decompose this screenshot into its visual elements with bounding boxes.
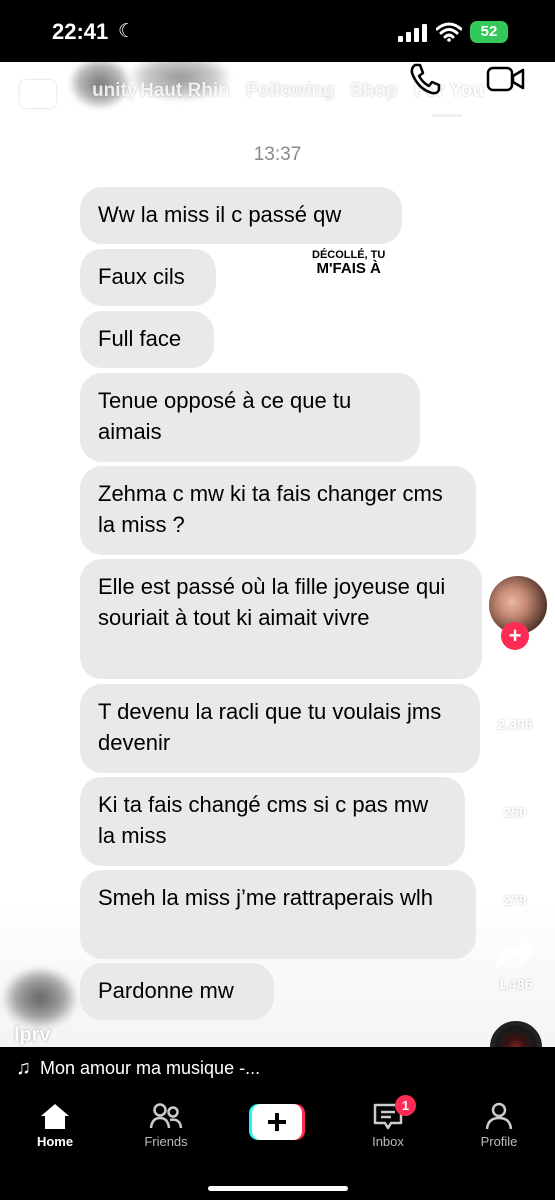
- follow-button[interactable]: +: [501, 622, 529, 650]
- message-bubble: T devenu la racli que tu voulais jms dev…: [80, 684, 480, 773]
- creator-username[interactable]: lprv: [14, 1024, 51, 1047]
- message-bubble: Tenue opposé à ce que tu aimais: [80, 373, 420, 462]
- comment-icon: [497, 765, 533, 800]
- live-icon[interactable]: LIVE: [20, 80, 56, 108]
- create-plus-button[interactable]: [249, 1104, 305, 1140]
- message-bubble: Ww la miss il c passé qw: [80, 187, 402, 244]
- home-icon: [41, 1104, 69, 1129]
- friends-icon: [149, 1103, 183, 1129]
- video-camera-icon: [486, 66, 525, 92]
- tab-inbox[interactable]: Inbox: [338, 1092, 438, 1162]
- tab-haut-rhin[interactable]: Haut Rhin: [140, 80, 230, 102]
- bottom-tab-bar: Home Friends Inbox 1 Profile: [0, 1092, 555, 1200]
- tab-shop[interactable]: Shop: [350, 80, 398, 102]
- save-count: 279: [503, 892, 527, 908]
- tab-profile[interactable]: Profile: [449, 1092, 549, 1162]
- inbox-badge: 1: [395, 1095, 416, 1116]
- phone-icon: [410, 63, 441, 95]
- sticker-line: M'FAIS À: [316, 260, 381, 277]
- message-bubble: Full face: [80, 311, 214, 368]
- active-tab-indicator: [432, 114, 462, 117]
- music-title: Mon amour ma musique -...: [40, 1058, 261, 1078]
- message-bubble: Zehma c mw ki ta fais changer cms la mis…: [80, 466, 476, 555]
- share-count: 1,486: [497, 976, 533, 992]
- share-button[interactable]: 1,486: [490, 934, 540, 992]
- save-button[interactable]: 279: [490, 850, 540, 908]
- like-button[interactable]: 2,396: [490, 674, 540, 732]
- video-feed[interactable]: LIVE unity Haut Rhin Following Shop For …: [0, 62, 555, 1047]
- message-bubble: Ki ta fais changé cms si c pas mw la mis…: [80, 777, 465, 866]
- text-sticker: DÉCOLLÉ, TU M'FAIS À: [312, 250, 385, 277]
- home-indicator: [208, 1186, 348, 1191]
- tab-label: Home: [36, 1134, 74, 1149]
- message-bubble: Pardonne mw: [80, 963, 274, 1020]
- status-bar: 22:41 ☾ 52: [0, 0, 555, 62]
- like-count: 2,396: [497, 716, 533, 732]
- message-bubble: Faux cils: [80, 249, 216, 306]
- cellular-signal-icon: [398, 24, 427, 42]
- bookmark-icon: [502, 853, 528, 887]
- message-bubble: Smeh la miss j’me rattraperais wlh: [80, 870, 476, 959]
- tab-community[interactable]: unity: [92, 80, 137, 102]
- message-bubble: Elle est passé où la fille joyeuse qui s…: [80, 559, 482, 679]
- tab-home[interactable]: Home: [5, 1092, 105, 1162]
- music-disc[interactable]: [490, 1021, 542, 1047]
- chat-timestamp: 13:37: [253, 144, 302, 165]
- comment-count: 250: [503, 804, 527, 820]
- share-icon: [496, 937, 535, 970]
- tab-label: Inbox: [372, 1134, 404, 1149]
- tab-label: Friends: [144, 1134, 188, 1149]
- battery-indicator: 52: [470, 21, 508, 43]
- blurred-sticker: [2, 967, 78, 1029]
- tab-friends[interactable]: Friends: [116, 1092, 216, 1162]
- tab-following[interactable]: Following: [246, 80, 335, 102]
- profile-icon: [485, 1102, 513, 1130]
- heart-icon: [494, 676, 536, 712]
- music-bar[interactable]: ♫ Mon amour ma musique -...: [0, 1047, 555, 1092]
- top-navigation: LIVE unity Haut Rhin Following Shop For …: [0, 62, 555, 118]
- tab-label: Profile: [480, 1134, 518, 1149]
- wifi-icon: [436, 22, 462, 42]
- status-time: 22:41: [52, 19, 109, 44]
- comment-button[interactable]: 250: [490, 762, 540, 820]
- music-note-icon: ♫: [16, 1057, 31, 1079]
- moon-icon: ☾: [118, 21, 136, 42]
